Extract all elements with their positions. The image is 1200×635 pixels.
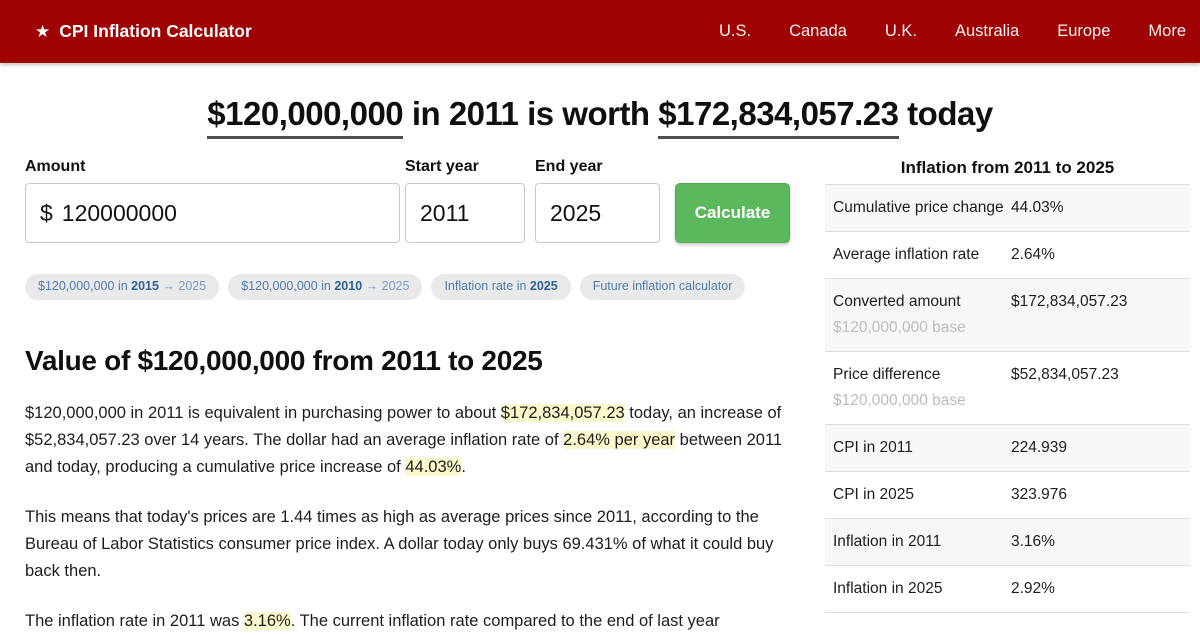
page-title: $120,000,000 in 2011 is worth $172,834,0… (20, 93, 1180, 139)
paragraph-text: . The current inflation rate compared to… (290, 612, 720, 630)
row-label-text: CPI in 2011 (833, 439, 913, 457)
table-row-value: 2.64% (1011, 246, 1055, 264)
highlighted-value: $172,834,057.23 (500, 404, 625, 422)
row-label-text: Inflation in 2011 (833, 533, 942, 551)
nav-link[interactable]: U.S. (719, 22, 751, 41)
table-row-label: CPI in 2025 (833, 482, 1005, 508)
summary-table: Cumulative price change 44.03% Average i… (825, 184, 1190, 614)
sidebar-title: Inflation from 2011 to 2025 (900, 158, 1115, 178)
amount-input-box[interactable]: $ (25, 183, 400, 244)
table-row-label: CPI in 2011 (833, 435, 1005, 461)
article-paragraph: This means that today's prices are 1.44 … (25, 504, 790, 585)
start-year-label: Start year (405, 158, 479, 176)
calculator-column: Amount $ Start year End year (25, 158, 790, 635)
article-paragraph: $120,000,000 in 2011 is equivalent in pu… (25, 400, 790, 481)
amount-field: Amount $ (25, 158, 400, 244)
nav-link[interactable]: Canada (789, 22, 847, 41)
section-heading: Value of $120,000,000 from 2011 to 2025 (25, 345, 543, 376)
highlighted-value: 2.64% per year (563, 431, 676, 449)
chip-text: Future inflation calculator (592, 279, 733, 294)
inflation-summary: Inflation from 2011 to 2025 Cumulative p… (825, 158, 1190, 614)
article-paragraph: The inflation rate in 2011 was 3.16%. Th… (25, 608, 790, 635)
paragraph-text: This means that today's prices are 1.44 … (25, 508, 774, 580)
header-nav: U.S. Canada U.K. Australia Europe More (719, 22, 1186, 41)
title-amount-to: $172,834,057.23 (658, 95, 899, 139)
related-link-chip[interactable]: Future inflation calculator (579, 274, 746, 300)
table-row: Average inflation rate 2.64% (825, 231, 1190, 278)
star-icon: ★ (35, 21, 51, 41)
row-label-text: Inflation in 2025 (833, 580, 943, 598)
related-link-chip[interactable]: $120,000,000 in 2010 → 2025 (228, 274, 423, 300)
table-row: Inflation in 2011 3.16% (825, 518, 1190, 566)
table-row-label: Price difference $120,000,000 base (833, 362, 1005, 414)
end-year-input[interactable] (550, 199, 645, 227)
calculator-form: Amount $ Start year End year (25, 158, 790, 244)
chip-bold-text: 2025 (529, 279, 558, 294)
row-label-text: Converted amount (833, 293, 961, 311)
table-row: Inflation in 2025 2.92% (825, 565, 1190, 612)
related-link-chip[interactable]: $120,000,000 in 2015 → 2025 (25, 274, 220, 300)
table-row-value: 44.03% (1011, 199, 1064, 217)
table-row-value: 2.92% (1011, 580, 1055, 598)
start-year-input[interactable] (420, 199, 510, 227)
paragraph-text: The inflation rate in 2011 was (25, 612, 244, 630)
header: ★ CPI Inflation Calculator U.S. Canada U.K… (0, 0, 1200, 63)
title-suffix: today (898, 95, 993, 132)
chip-bold-text: 2015 (131, 279, 159, 294)
currency-prefix: $ (40, 199, 53, 226)
table-row-label: Average inflation rate (833, 242, 1005, 268)
row-label-text: Average inflation rate (833, 246, 980, 264)
table-row-value: 323.976 (1011, 486, 1068, 504)
chip-post-text: → 2025 (158, 279, 207, 294)
row-label-text: CPI in 2025 (833, 486, 914, 504)
related-link-chip[interactable]: Inflation rate in 2025 (431, 274, 571, 300)
nav-link[interactable]: Australia (955, 22, 1019, 41)
calculate-button[interactable]: Calculate (675, 183, 790, 244)
table-row-value: $52,834,057.23 (1011, 366, 1119, 384)
amount-input[interactable] (61, 199, 385, 227)
table-row: Cumulative price change 44.03% (825, 184, 1190, 232)
nav-link[interactable]: Europe (1057, 22, 1110, 41)
chip-bold-text: 2010 (334, 279, 363, 294)
table-row-label: Inflation in 2011 (833, 529, 1005, 555)
start-year-field: Start year (405, 158, 525, 244)
chip-text: $120,000,000 in (241, 279, 335, 294)
row-label-text: Price difference (833, 366, 941, 384)
related-links: $120,000,000 in 2015 → 2025 $120,000,000… (25, 274, 790, 300)
chip-text: Inflation rate in (444, 279, 530, 294)
amount-label: Amount (25, 158, 86, 176)
start-year-input-box[interactable] (405, 183, 525, 244)
end-year-label: End year (535, 158, 603, 176)
row-label-subtext: $120,000,000 base (833, 319, 966, 337)
brand[interactable]: ★ CPI Inflation Calculator (35, 21, 252, 42)
nav-link[interactable]: U.K. (885, 22, 917, 41)
paragraph-text: $120,000,000 in 2011 is equivalent in pu… (25, 404, 501, 422)
table-row-value: $172,834,057.23 (1011, 293, 1128, 311)
chip-post-text: → 2025 (362, 279, 410, 294)
table-row-label: Converted amount $120,000,000 base (833, 289, 1005, 341)
table-row-value: 224.939 (1011, 439, 1068, 457)
table-row: CPI in 2025 323.976 (825, 471, 1190, 518)
highlighted-value: 44.03% (405, 458, 462, 476)
table-row: Converted amount $120,000,000 base $172,… (825, 278, 1190, 352)
main-content: $120,000,000 in 2011 is worth $172,834,0… (0, 93, 1200, 635)
paragraph-text: . (461, 458, 466, 476)
end-year-field: End year (535, 158, 660, 244)
table-row-label: Cumulative price change (833, 195, 1005, 221)
chip-text: $120,000,000 in (38, 279, 132, 294)
nav-link[interactable]: More (1148, 22, 1186, 41)
row-label-subtext: $120,000,000 base (833, 392, 966, 410)
row-label-text: Cumulative price change (833, 199, 1004, 217)
end-year-input-box[interactable] (535, 183, 660, 244)
title-middle: in 2011 is worth (403, 95, 659, 132)
table-row: CPI in 2011 224.939 (825, 424, 1190, 472)
table-row: Price difference $120,000,000 base $52,8… (825, 351, 1190, 424)
table-row-value: 3.16% (1011, 533, 1055, 551)
highlighted-value: 3.16% (243, 612, 291, 630)
article-body: $120,000,000 in 2011 is equivalent in pu… (25, 400, 790, 635)
table-row-label: Inflation in 2025 (833, 576, 1005, 602)
title-amount-from: $120,000,000 (207, 95, 404, 139)
brand-title: CPI Inflation Calculator (59, 21, 252, 41)
